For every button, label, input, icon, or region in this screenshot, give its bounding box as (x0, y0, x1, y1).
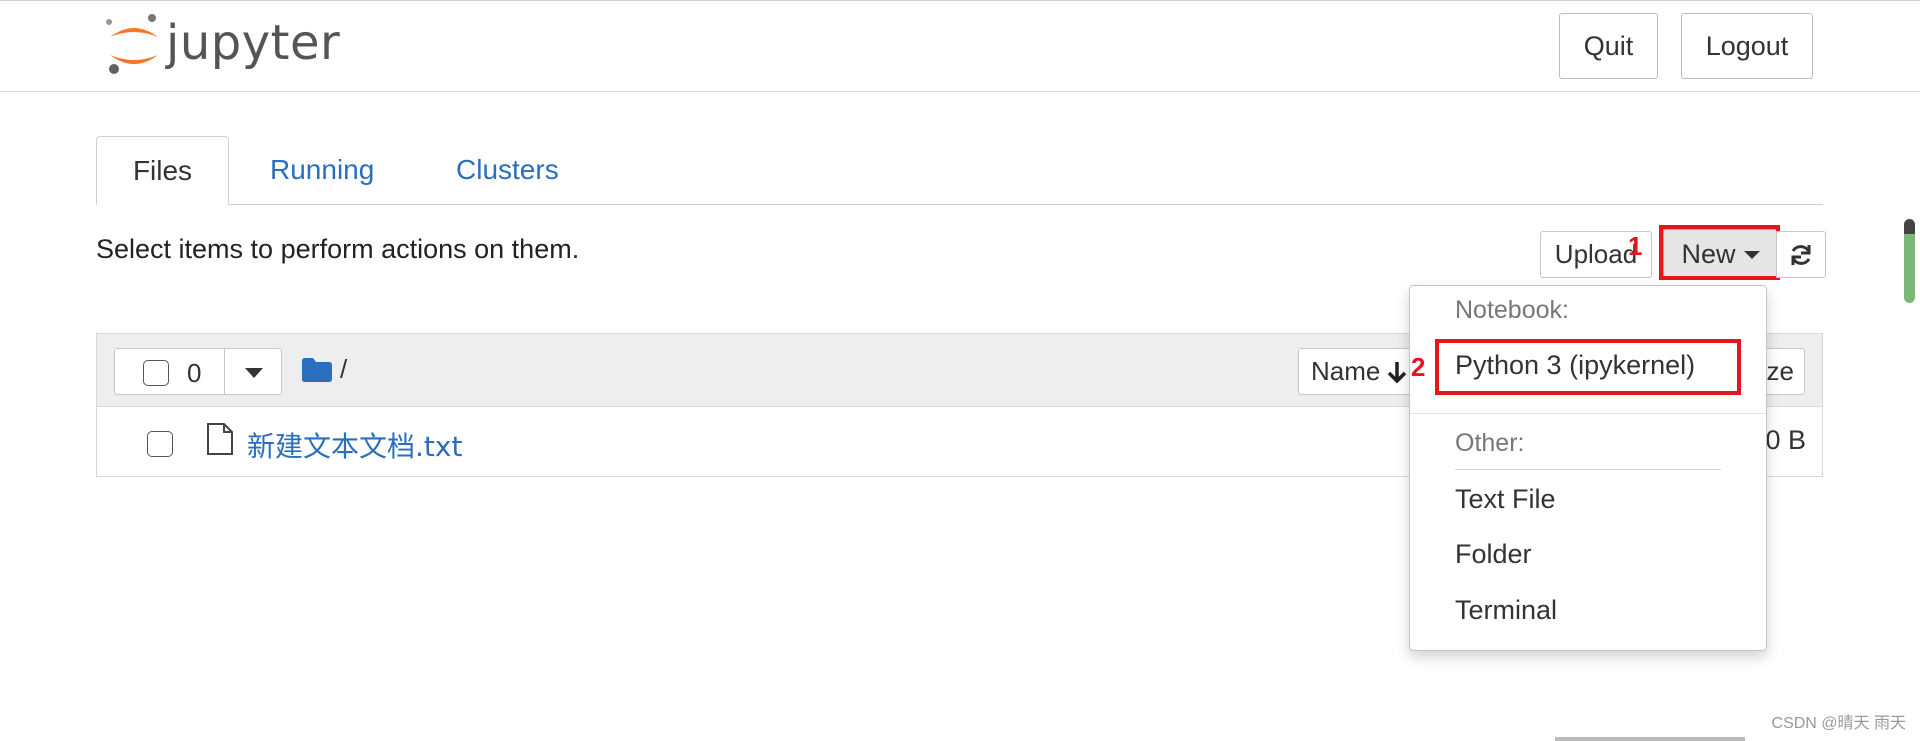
quit-button[interactable]: Quit (1559, 13, 1658, 79)
select-all-checkbox[interactable] (143, 360, 169, 386)
jupyter-logo[interactable]: jupyter (104, 13, 364, 83)
menu-item-terminal[interactable]: Terminal (1455, 595, 1557, 626)
menu-item-text-file[interactable]: Text File (1455, 484, 1556, 515)
file-name-link[interactable]: 新建文本文档.txt (247, 425, 462, 465)
tab-running[interactable]: Running (270, 136, 374, 204)
watermark: CSDN @晴天 雨天 (1771, 715, 1906, 732)
menu-divider (1410, 413, 1766, 414)
annotation-highlight-python3 (1435, 339, 1741, 395)
tab-files[interactable]: Files (96, 136, 229, 205)
selected-count: 0 (187, 358, 202, 388)
file-checkbox[interactable] (147, 431, 173, 457)
select-options-caret-icon[interactable] (245, 368, 263, 378)
menu-subdivider (1455, 469, 1721, 470)
folder-icon[interactable] (302, 358, 332, 382)
jupyter-logo-icon (106, 14, 158, 74)
refresh-button[interactable] (1776, 231, 1826, 278)
select-all-group: 0 (114, 348, 282, 395)
annotation-highlight-new (1659, 225, 1780, 280)
app-name: jupyter (166, 15, 341, 71)
header-bar: jupyter Quit Logout (0, 1, 1920, 92)
file-icon (207, 423, 233, 455)
breadcrumb-path[interactable]: / (340, 354, 347, 385)
menu-item-folder[interactable]: Folder (1455, 539, 1532, 570)
scrollbar-thumb[interactable] (1904, 219, 1915, 303)
divider (224, 349, 225, 394)
bottom-strip (1555, 737, 1745, 741)
tab-clusters[interactable]: Clusters (456, 136, 559, 204)
refresh-icon (1791, 244, 1811, 265)
logout-button[interactable]: Logout (1681, 13, 1813, 79)
other-section-header: Other: (1455, 429, 1525, 457)
annotation-marker-2: 2 (1411, 352, 1426, 382)
notebook-section-header: Notebook: (1455, 296, 1569, 324)
sort-name-label: Name (1311, 356, 1381, 386)
file-size: 0 B (1765, 425, 1806, 455)
tab-bar: Files Running Clusters (96, 136, 1823, 205)
instructions-text: Select items to perform actions on them. (96, 234, 580, 264)
arrow-down-icon (1388, 361, 1407, 383)
annotation-marker-1: 1 (1628, 231, 1643, 261)
